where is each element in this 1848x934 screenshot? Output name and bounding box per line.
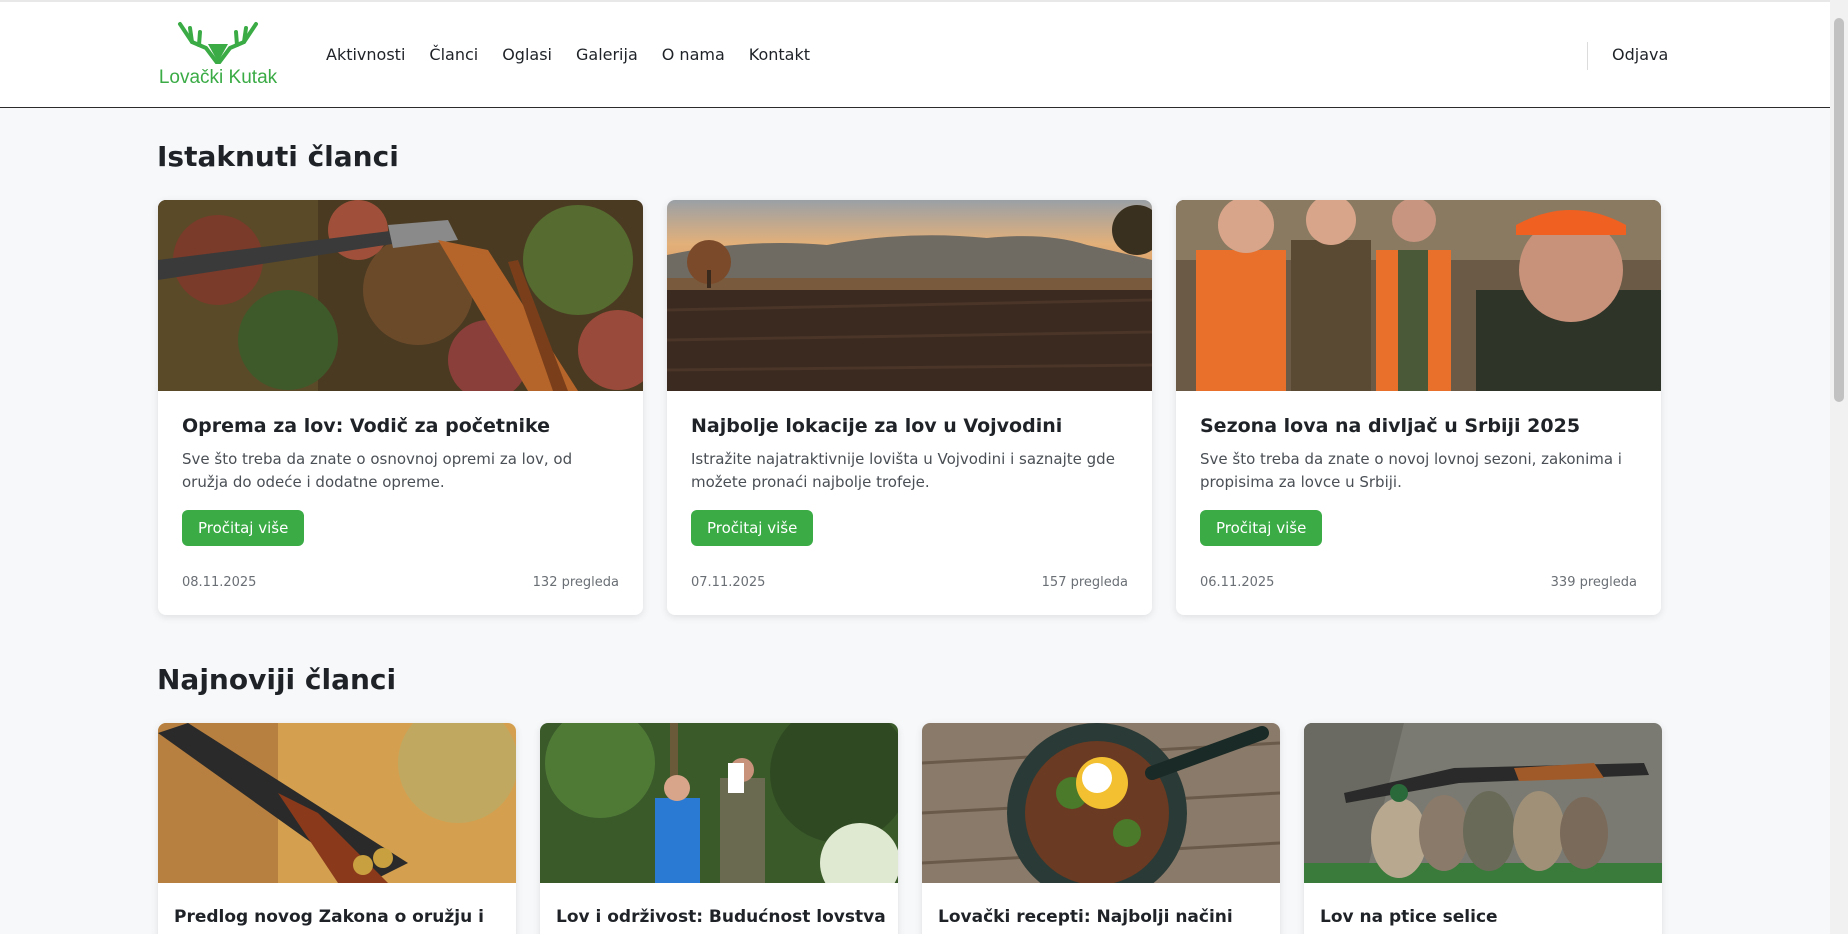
nav-aktivnosti[interactable]: Aktivnosti	[326, 45, 405, 64]
article-excerpt: Istražite najatraktivnije lovišta u Vojv…	[691, 450, 1115, 491]
article-title[interactable]: Lov i održivost: Budućnost lovstva	[540, 883, 898, 929]
nav-clanci[interactable]: Članci	[429, 45, 478, 64]
article-meta: 08.11.2025 132 pregleda	[182, 575, 619, 590]
article-excerpt: Sve što treba da znate o novoj lovnoj se…	[1200, 450, 1622, 491]
article-views: 339 pregleda	[1550, 575, 1637, 590]
latest-article-card[interactable]: Lov i održivost: Budućnost lovstva	[540, 723, 898, 934]
latest-article-card[interactable]: Lovački recepti: Najbolji načini	[922, 723, 1280, 934]
featured-article-card[interactable]: Oprema za lov: Vodič za početnike Sve št…	[158, 200, 643, 615]
featured-articles: Oprema za lov: Vodič za početnike Sve št…	[158, 200, 1661, 615]
shotgun-closeup-image	[158, 723, 516, 883]
article-date: 07.11.2025	[691, 575, 766, 590]
logout-link[interactable]: Odjava	[1612, 45, 1668, 64]
latest-section-title: Najnoviji članci	[157, 663, 397, 696]
article-title[interactable]: Predlog novog Zakona o oružju i	[158, 883, 516, 929]
article-views: 132 pregleda	[532, 575, 619, 590]
read-more-button[interactable]: Pročitaj više	[1200, 510, 1323, 546]
article-title[interactable]: Lovački recepti: Najbolji načini	[922, 883, 1280, 929]
read-more-button[interactable]: Pročitaj više	[182, 510, 305, 546]
article-meta: 07.11.2025 157 pregleda	[691, 575, 1128, 590]
shotgun-autumn-leaves-image	[158, 200, 643, 391]
article-excerpt: Sve što treba da znate o osnovnoj opremi…	[182, 450, 573, 491]
featured-article-card[interactable]: Sezona lova na divljač u Srbiji 2025 Sve…	[1176, 200, 1661, 615]
nav-galerija[interactable]: Galerija	[576, 45, 638, 64]
article-title[interactable]: Oprema za lov: Vodič za početnike	[182, 413, 619, 439]
deer-antlers-logo-icon	[178, 22, 258, 64]
article-title[interactable]: Najbolje lokacije za lov u Vojvodini	[691, 413, 1128, 439]
field-sunset-landscape-image	[667, 200, 1152, 391]
nav-oglasi[interactable]: Oglasi	[502, 45, 552, 64]
logo-text: Lovački Kutak	[158, 67, 278, 88]
men-in-forest-image	[540, 723, 898, 883]
hunters-group-selfie-image	[1176, 200, 1661, 391]
article-title[interactable]: Lov na ptice selice	[1304, 883, 1662, 929]
site-logo[interactable]: Lovački Kutak	[156, 20, 280, 89]
nav-kontakt[interactable]: Kontakt	[749, 45, 810, 64]
article-date: 06.11.2025	[1200, 575, 1275, 590]
latest-article-card[interactable]: Predlog novog Zakona o oružju i	[158, 723, 516, 934]
featured-section-title: Istaknuti članci	[157, 140, 399, 173]
read-more-button[interactable]: Pročitaj više	[691, 510, 814, 546]
latest-article-card[interactable]: Lov na ptice selice	[1304, 723, 1662, 934]
article-views: 157 pregleda	[1041, 575, 1128, 590]
scrollbar[interactable]	[1830, 0, 1848, 934]
site-header: Lovački Kutak Aktivnosti Članci Oglasi G…	[0, 2, 1830, 108]
nav-o-nama[interactable]: O nama	[662, 45, 725, 64]
latest-articles: Predlog novog Zakona o oružju i Lov i od…	[158, 723, 1662, 934]
scrollbar-thumb[interactable]	[1834, 18, 1844, 402]
featured-article-card[interactable]: Najbolje lokacije za lov u Vojvodini Ist…	[667, 200, 1152, 615]
nav-divider	[1587, 42, 1588, 70]
stew-bowl-image	[922, 723, 1280, 883]
main-nav: Aktivnosti Članci Oglasi Galerija O nama…	[326, 45, 810, 64]
ducks-and-shotgun-image	[1304, 723, 1662, 883]
article-meta: 06.11.2025 339 pregleda	[1200, 575, 1637, 590]
article-date: 08.11.2025	[182, 575, 257, 590]
article-title[interactable]: Sezona lova na divljač u Srbiji 2025	[1200, 413, 1637, 439]
